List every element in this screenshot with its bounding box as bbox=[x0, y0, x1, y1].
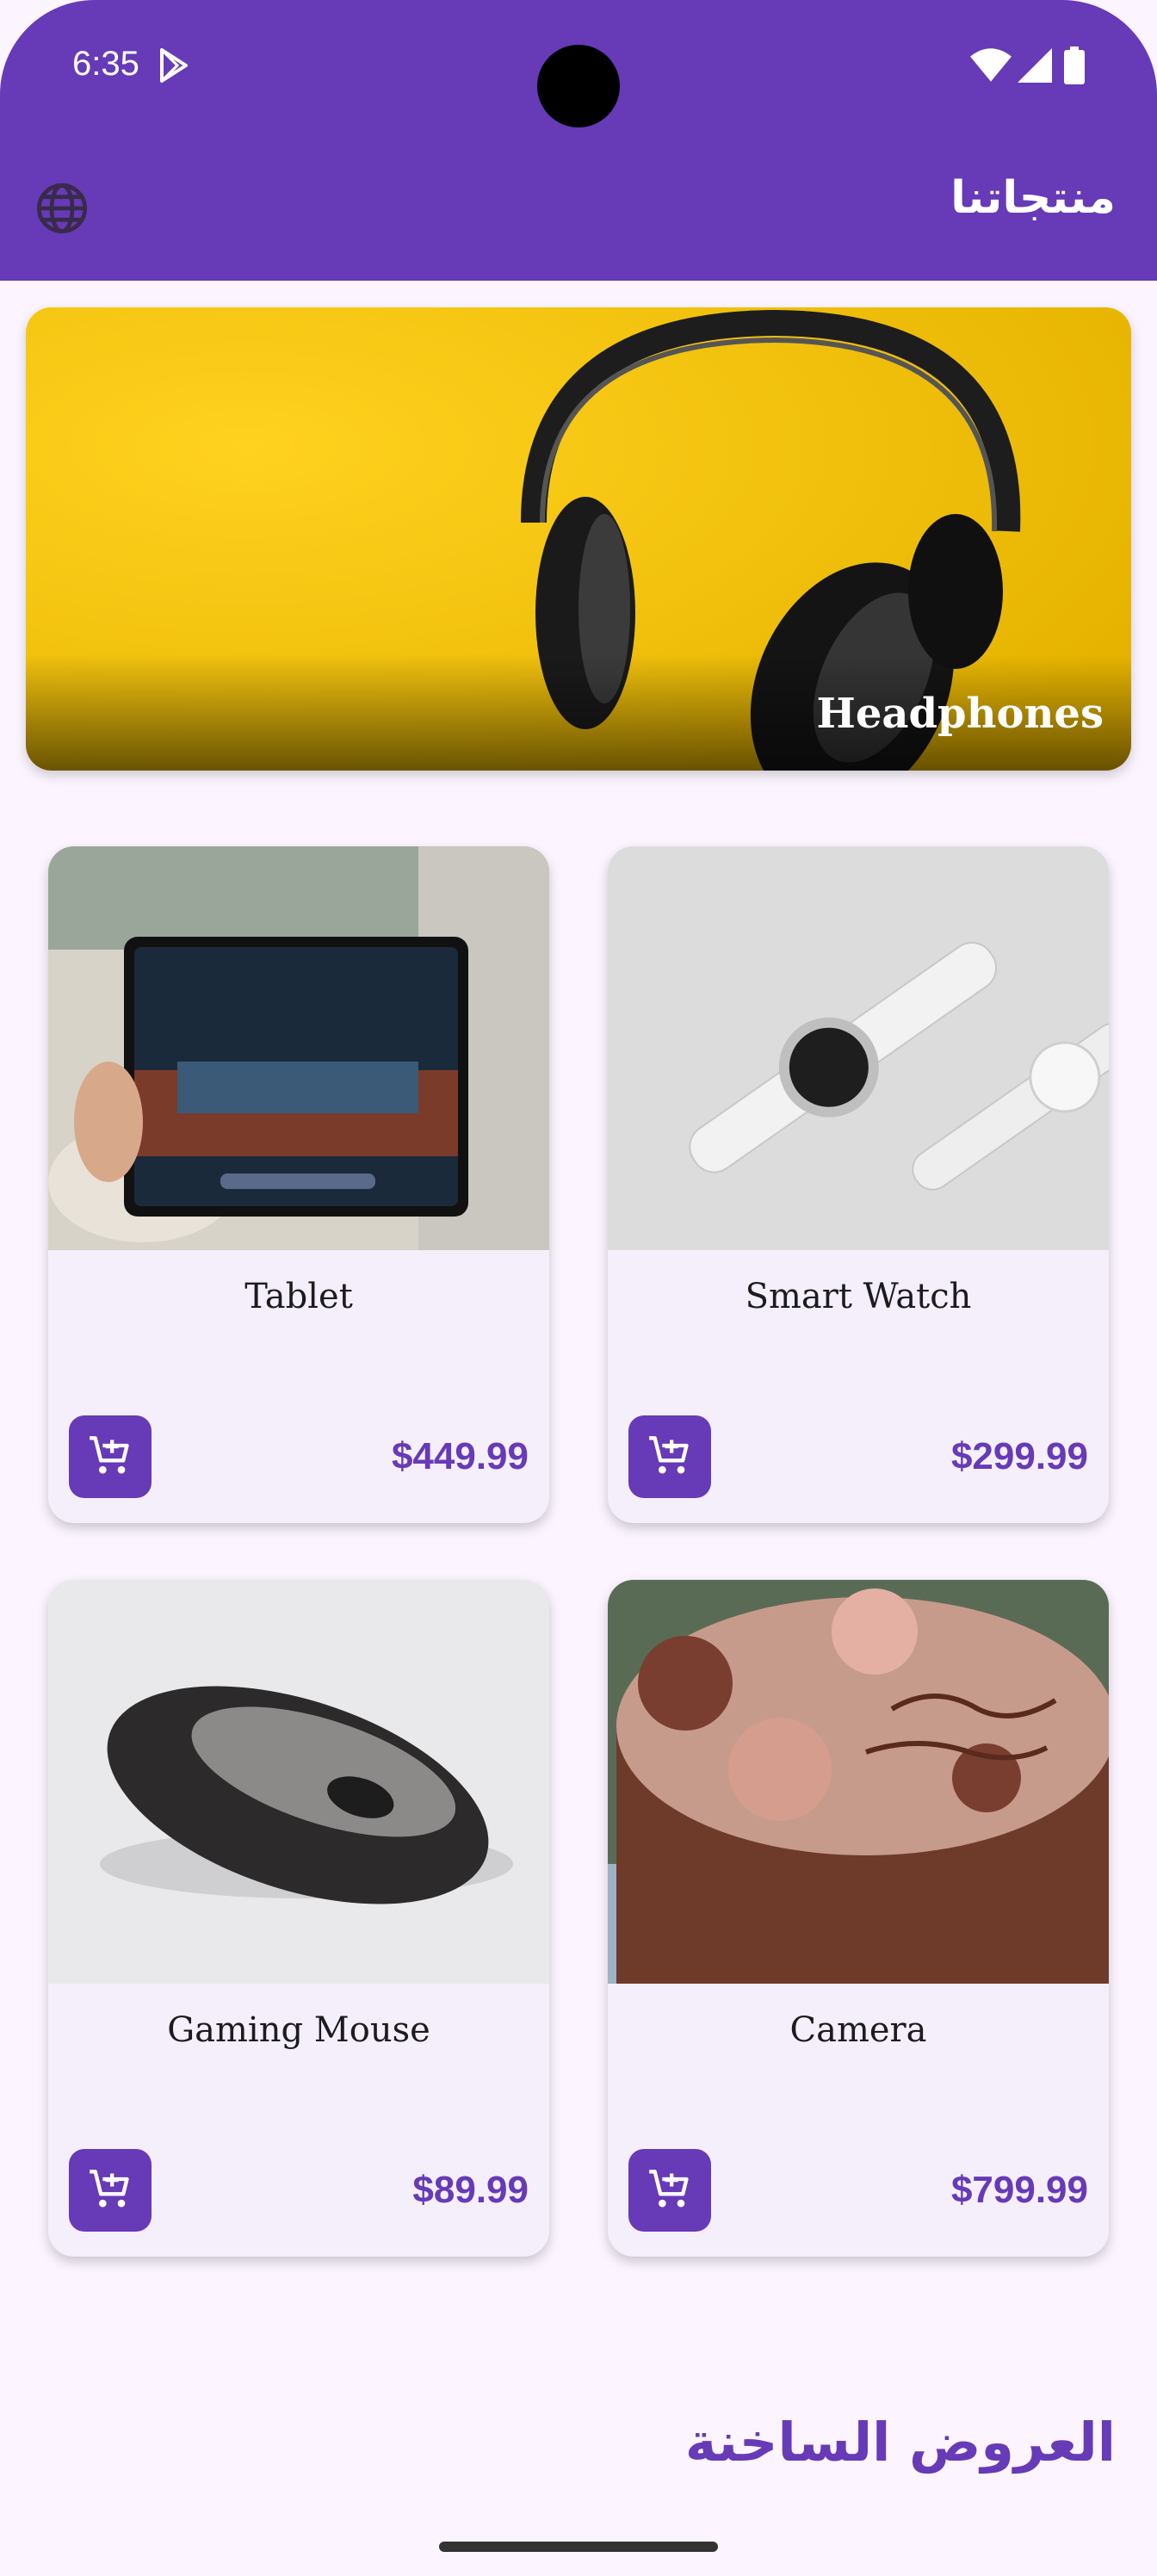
product-price: $89.99 bbox=[412, 2169, 529, 2211]
cart-plus-icon bbox=[649, 2170, 689, 2208]
battery-icon bbox=[1064, 46, 1085, 84]
wifi-icon bbox=[970, 48, 1012, 82]
product-name: Tablet bbox=[244, 1277, 353, 1316]
product-image bbox=[48, 1580, 549, 1984]
product-image bbox=[608, 1580, 1109, 1984]
play-store-icon bbox=[160, 48, 188, 83]
home-indicator[interactable] bbox=[439, 2542, 718, 2552]
add-to-cart-button[interactable] bbox=[628, 1415, 711, 1498]
app-screen: 6:35 منتجاتنا Headphones Tablet $449.99 … bbox=[0, 0, 1157, 2576]
add-to-cart-button[interactable] bbox=[69, 2149, 152, 2232]
cart-plus-icon bbox=[90, 2170, 129, 2208]
product-name: Smart Watch bbox=[745, 1277, 972, 1316]
product-image bbox=[608, 846, 1109, 1250]
cart-plus-icon bbox=[90, 1436, 129, 1474]
product-price: $449.99 bbox=[391, 1435, 529, 1477]
hot-deals-title: العروض الساخنة bbox=[684, 2411, 1116, 2474]
cart-plus-icon bbox=[649, 1436, 689, 1474]
page-title: منتجاتنا bbox=[950, 172, 1116, 224]
camera-cutout bbox=[537, 45, 620, 127]
featured-banner[interactable]: Headphones bbox=[26, 307, 1131, 771]
add-to-cart-button[interactable] bbox=[628, 2149, 711, 2232]
top-app-bar: 6:35 منتجاتنا bbox=[0, 0, 1157, 281]
language-globe-icon[interactable] bbox=[34, 181, 90, 236]
banner-title: Headphones bbox=[816, 690, 1104, 738]
product-price: $799.99 bbox=[950, 2169, 1088, 2211]
product-price: $299.99 bbox=[950, 1435, 1088, 1477]
product-image bbox=[48, 846, 549, 1250]
product-card-smart-watch[interactable]: Smart Watch $299.99 bbox=[608, 846, 1109, 1523]
status-time: 6:35 bbox=[72, 45, 139, 83]
product-card-camera[interactable]: Camera $799.99 bbox=[608, 1580, 1109, 2257]
product-card-tablet[interactable]: Tablet $449.99 bbox=[48, 846, 549, 1523]
product-name: Camera bbox=[789, 2010, 927, 2050]
product-name: Gaming Mouse bbox=[167, 2010, 430, 2050]
add-to-cart-button[interactable] bbox=[69, 1415, 152, 1498]
signal-icon bbox=[1018, 48, 1052, 83]
product-card-gaming-mouse[interactable]: Gaming Mouse $89.99 bbox=[48, 1580, 549, 2257]
